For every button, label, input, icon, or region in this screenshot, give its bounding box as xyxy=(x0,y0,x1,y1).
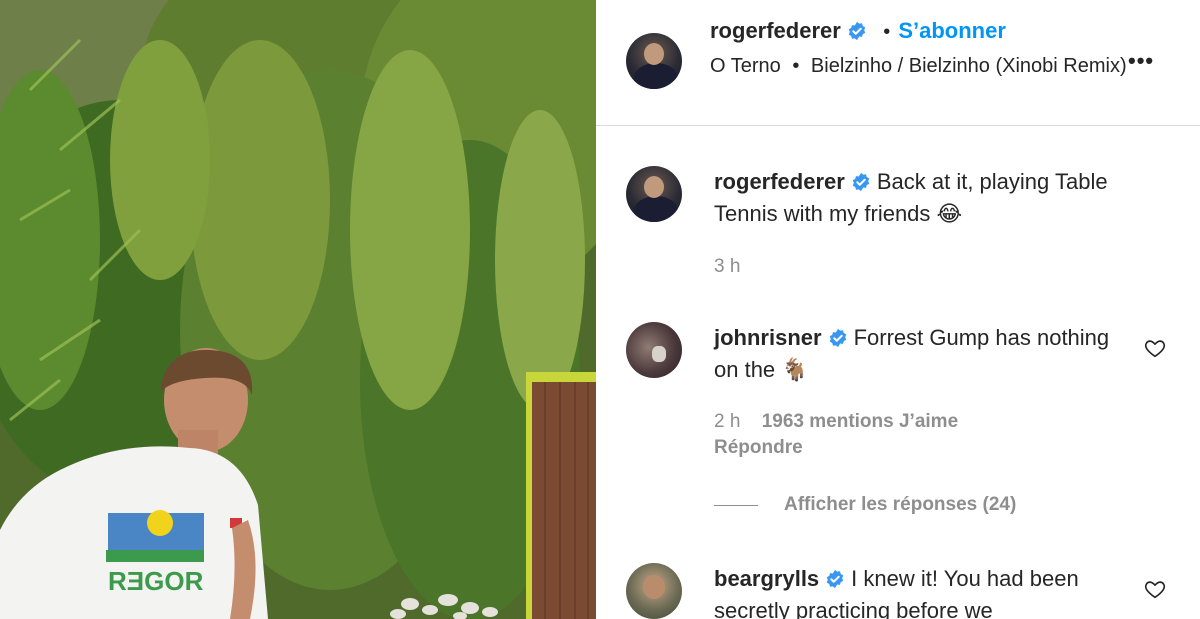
author-avatar[interactable] xyxy=(626,33,682,89)
comment-username[interactable]: johnrisner xyxy=(714,325,822,350)
author-line: rogerfederer • S’abonner xyxy=(710,18,1006,44)
audio-info[interactable]: O Terno • Bielzinho / Bielzinho (Xinobi … xyxy=(710,52,1130,80)
audio-track[interactable]: Bielzinho / Bielzinho (Xinobi Remix) xyxy=(811,55,1127,77)
caption-timestamp[interactable]: 3 h xyxy=(714,256,740,278)
comment-timestamp[interactable]: 2 h xyxy=(714,411,740,432)
comment-username[interactable]: beargrylls xyxy=(714,566,819,591)
view-replies-label: Afficher les réponses (24) xyxy=(784,494,1017,515)
heart-icon[interactable] xyxy=(1144,578,1166,600)
comment-likes[interactable]: 1963 mentions J’aime xyxy=(762,411,958,432)
more-options-icon[interactable]: ••• xyxy=(1128,48,1154,74)
caption-avatar[interactable] xyxy=(626,166,682,222)
author-username[interactable]: rogerfederer xyxy=(710,18,841,43)
caption-username[interactable]: rogerfederer xyxy=(714,169,845,194)
post-sidebar: rogerfederer • S’abonner O Terno • Bielzi… xyxy=(596,0,1200,619)
verified-badge-icon xyxy=(826,569,844,589)
verified-badge-icon xyxy=(848,21,866,41)
post-media[interactable]: RƎGOR xyxy=(0,0,596,619)
media-scene: RƎGOR xyxy=(0,0,596,619)
comment-avatar-beargrylls[interactable] xyxy=(626,563,682,619)
audio-artist[interactable]: O Terno xyxy=(710,55,781,77)
comment-text-block: johnrisner Forrest Gump has nothing on th… xyxy=(714,322,1114,386)
header-separator: • xyxy=(883,21,891,43)
reply-button[interactable]: Répondre xyxy=(714,437,803,459)
post-header: rogerfederer • S’abonner O Terno • Bielzi… xyxy=(596,0,1200,126)
audio-separator: • xyxy=(792,55,800,77)
caption-text-block: rogerfederer Back at it, playing Table Te… xyxy=(714,166,1154,230)
follow-button[interactable]: S’abonner xyxy=(898,18,1006,43)
verified-badge-icon xyxy=(829,328,846,348)
comment-meta: 2 h 1963 mentions J’aime xyxy=(714,411,958,433)
verified-badge-icon xyxy=(852,172,870,192)
view-replies-line xyxy=(714,504,758,506)
comment-text-block: beargrylls I knew it! You had been secret… xyxy=(714,563,1134,619)
heart-icon[interactable] xyxy=(1144,337,1166,359)
shirt-logo-text: RƎGOR xyxy=(108,566,204,596)
view-replies-button[interactable]: Afficher les réponses (24) xyxy=(714,494,1016,516)
comment-avatar-johnrisner[interactable] xyxy=(626,322,682,378)
